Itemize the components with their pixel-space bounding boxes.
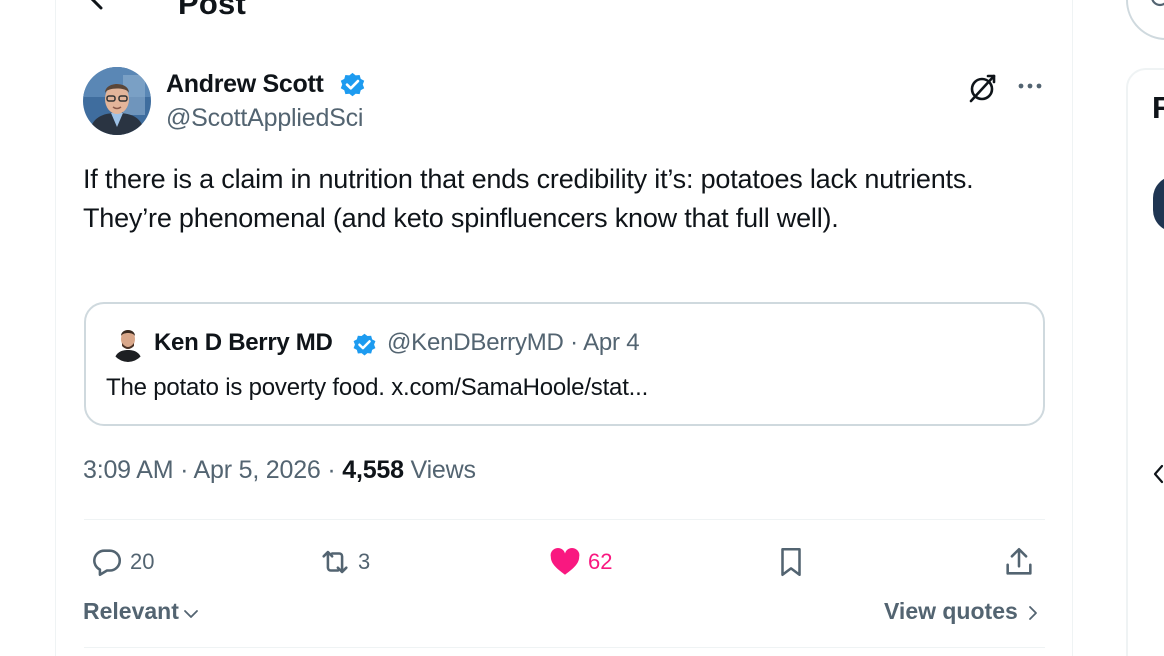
verified-icon: [353, 333, 376, 356]
sort-replies-button[interactable]: Relevant: [83, 598, 201, 625]
post-text: If there is a claim in nutrition that en…: [83, 164, 974, 233]
share-button[interactable]: [1002, 544, 1036, 580]
quote-text: The potato is poverty food. x.com/SamaHo…: [106, 374, 649, 401]
quote-author-avatar: [110, 324, 146, 362]
views-count: 4,558: [342, 456, 404, 484]
reply-icon: [93, 549, 122, 577]
divider: [84, 647, 1045, 648]
repost-button[interactable]: 3: [318, 544, 370, 580]
divider: [84, 519, 1045, 520]
main-column-left-border: [55, 0, 56, 656]
sort-label: Relevant: [83, 598, 179, 624]
view-quotes-label: View quotes: [884, 598, 1018, 624]
verified-icon: [340, 72, 365, 97]
like-icon: [550, 547, 580, 575]
repost-count: 3: [358, 549, 371, 574]
bookmark-button[interactable]: [774, 544, 808, 580]
main-column-right-border: [1072, 0, 1073, 656]
chevron-left-icon[interactable]: [1152, 462, 1164, 486]
post-timestamp[interactable]: 3:09 AM · Apr 5, 2026 ·: [83, 456, 342, 484]
grok-icon[interactable]: [966, 72, 998, 104]
author-handle[interactable]: @ScottAppliedSci: [166, 104, 363, 133]
reply-button[interactable]: 20: [90, 544, 154, 580]
reply-count: 20: [130, 549, 155, 574]
search-icon: [1151, 0, 1164, 7]
view-quotes-link[interactable]: View quotes: [884, 598, 1042, 625]
like-count: 62: [588, 549, 613, 574]
like-button[interactable]: 62: [548, 544, 612, 580]
more-icon[interactable]: [1016, 76, 1044, 96]
repost-icon: [322, 550, 348, 574]
share-icon: [1006, 547, 1032, 575]
post-meta: 3:09 AM · Apr 5, 2026 · 4,558 Views: [83, 456, 476, 485]
chevron-down-icon: [183, 609, 198, 618]
back-arrow-icon[interactable]: [86, 0, 120, 16]
views-label: Views: [403, 456, 476, 484]
quote-author-name: Ken D Berry MD: [154, 329, 333, 356]
chevron-right-icon: [1028, 606, 1037, 620]
quote-author-handle-date: @KenDBerryMD · Apr 4: [387, 329, 640, 356]
author-name[interactable]: Andrew Scott: [166, 70, 324, 99]
bookmark-icon: [781, 547, 801, 577]
author-avatar[interactable]: [83, 67, 151, 135]
quote-card[interactable]: Ken D Berry MD @KenDBerryMD · Apr 4 The …: [84, 302, 1045, 426]
sidebar-card: [1126, 68, 1164, 656]
page-title: Post: [178, 0, 246, 21]
sidebar-heading: R: [1152, 90, 1164, 125]
